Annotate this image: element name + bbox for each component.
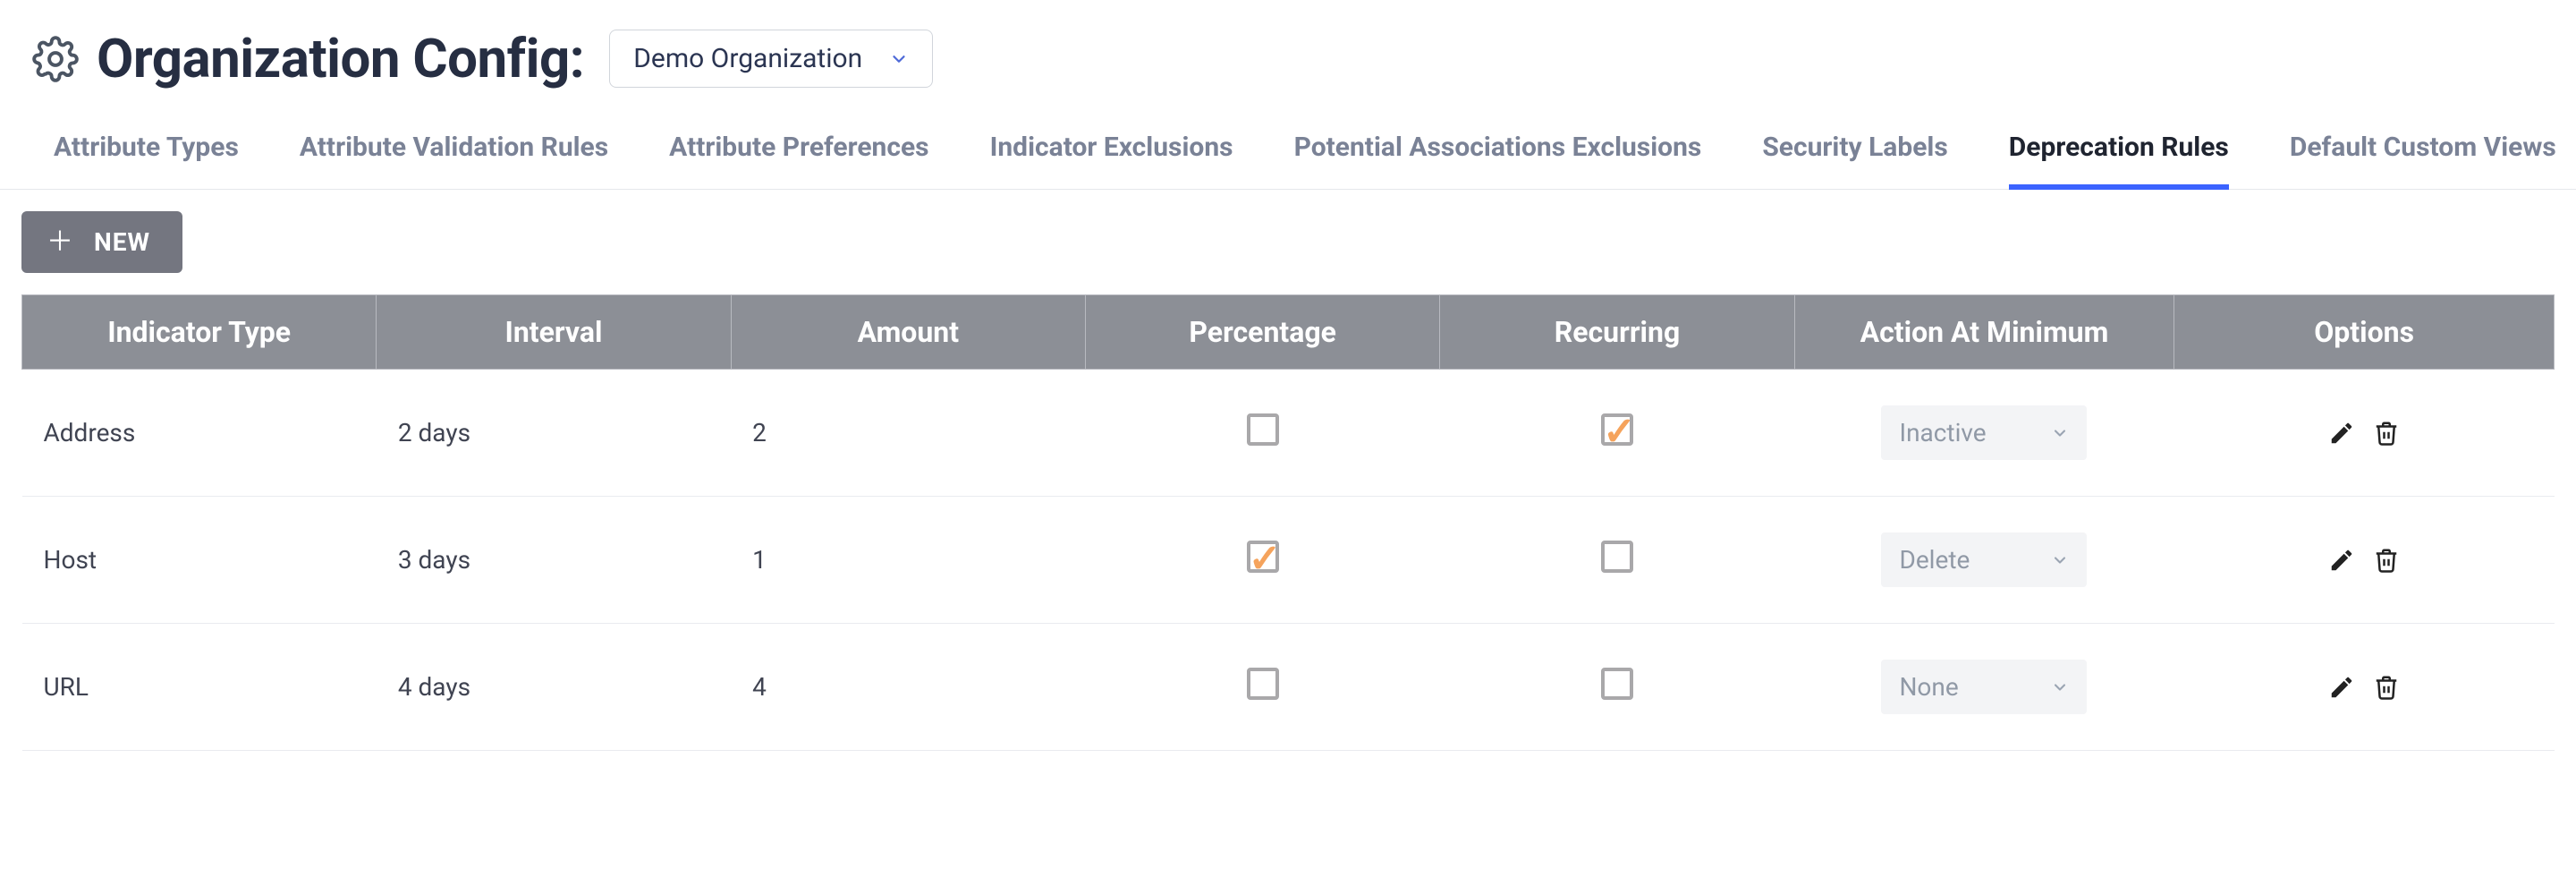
delete-icon[interactable] bbox=[2373, 674, 2400, 701]
recurring-checkbox[interactable] bbox=[1601, 541, 1633, 573]
cell-recurring bbox=[1440, 497, 1794, 624]
content-area: ＋ NEW Indicator Type Interval Amount Per… bbox=[0, 190, 2576, 772]
cell-options bbox=[2174, 624, 2555, 751]
tab-indicator-exclusions[interactable]: Indicator Exclusions bbox=[990, 132, 1233, 189]
col-amount: Amount bbox=[731, 295, 1085, 370]
cell-percentage bbox=[1085, 624, 1439, 751]
percentage-checkbox[interactable] bbox=[1247, 668, 1279, 700]
table-row: Address2 days2 Inactive bbox=[22, 370, 2555, 497]
col-recurring: Recurring bbox=[1440, 295, 1794, 370]
cell-amount: 2 bbox=[731, 370, 1085, 497]
new-button[interactable]: ＋ NEW bbox=[21, 211, 182, 273]
delete-icon[interactable] bbox=[2373, 420, 2400, 447]
table-row: Host3 days1 Delete bbox=[22, 497, 2555, 624]
tab-attribute-types[interactable]: Attribute Types bbox=[54, 132, 239, 189]
chevron-down-icon bbox=[2051, 551, 2069, 569]
action-at-minimum-select[interactable]: Delete bbox=[1881, 532, 2087, 587]
page-header: Organization Config: Demo Organization bbox=[0, 0, 2576, 99]
chevron-down-icon bbox=[889, 49, 909, 69]
tab-deprecation-rules[interactable]: Deprecation Rules bbox=[2009, 132, 2229, 190]
col-interval: Interval bbox=[377, 295, 731, 370]
cell-indicator-type: Host bbox=[22, 497, 377, 624]
page-title: Organization Config: bbox=[97, 27, 584, 90]
tab-default-custom-views[interactable]: Default Custom Views bbox=[2290, 132, 2556, 189]
percentage-checkbox[interactable] bbox=[1247, 413, 1279, 446]
table-header-row: Indicator Type Interval Amount Percentag… bbox=[22, 295, 2555, 370]
col-indicator-type: Indicator Type bbox=[22, 295, 377, 370]
cell-interval: 4 days bbox=[377, 624, 731, 751]
cell-interval: 3 days bbox=[377, 497, 731, 624]
cell-percentage bbox=[1085, 497, 1439, 624]
cell-amount: 4 bbox=[731, 624, 1085, 751]
cell-action: Inactive bbox=[1794, 370, 2174, 497]
tab-bar: Attribute Types Attribute Validation Rule… bbox=[0, 99, 2576, 190]
cell-indicator-type: Address bbox=[22, 370, 377, 497]
gear-icon bbox=[32, 36, 79, 82]
cell-recurring bbox=[1440, 624, 1794, 751]
action-select-value: Inactive bbox=[1899, 418, 1986, 447]
tab-security-labels[interactable]: Security Labels bbox=[1762, 132, 1947, 189]
tab-attribute-validation-rules[interactable]: Attribute Validation Rules bbox=[300, 132, 608, 189]
organization-select-value: Demo Organization bbox=[633, 43, 862, 74]
edit-icon[interactable] bbox=[2328, 547, 2355, 574]
recurring-checkbox[interactable] bbox=[1601, 413, 1633, 446]
new-button-label: NEW bbox=[94, 227, 150, 257]
action-select-value: None bbox=[1899, 672, 1958, 702]
recurring-checkbox[interactable] bbox=[1601, 668, 1633, 700]
cell-action: Delete bbox=[1794, 497, 2174, 624]
action-at-minimum-select[interactable]: None bbox=[1881, 660, 2087, 714]
organization-select[interactable]: Demo Organization bbox=[609, 30, 933, 88]
cell-amount: 1 bbox=[731, 497, 1085, 624]
deprecation-rules-table: Indicator Type Interval Amount Percentag… bbox=[21, 294, 2555, 751]
cell-percentage bbox=[1085, 370, 1439, 497]
col-options: Options bbox=[2174, 295, 2555, 370]
col-action-at-minimum: Action At Minimum bbox=[1794, 295, 2174, 370]
cell-action: None bbox=[1794, 624, 2174, 751]
action-at-minimum-select[interactable]: Inactive bbox=[1881, 405, 2087, 460]
percentage-checkbox[interactable] bbox=[1247, 541, 1279, 573]
cell-interval: 2 days bbox=[377, 370, 731, 497]
action-select-value: Delete bbox=[1899, 545, 1970, 575]
table-row: URL4 days4 None bbox=[22, 624, 2555, 751]
tab-attribute-preferences[interactable]: Attribute Preferences bbox=[669, 132, 928, 189]
col-percentage: Percentage bbox=[1085, 295, 1439, 370]
edit-icon[interactable] bbox=[2328, 420, 2355, 447]
tab-potential-associations-exclusions[interactable]: Potential Associations Exclusions bbox=[1294, 132, 1702, 189]
delete-icon[interactable] bbox=[2373, 547, 2400, 574]
chevron-down-icon bbox=[2051, 678, 2069, 696]
cell-recurring bbox=[1440, 370, 1794, 497]
edit-icon[interactable] bbox=[2328, 674, 2355, 701]
cell-indicator-type: URL bbox=[22, 624, 377, 751]
cell-options bbox=[2174, 497, 2555, 624]
cell-options bbox=[2174, 370, 2555, 497]
chevron-down-icon bbox=[2051, 424, 2069, 442]
